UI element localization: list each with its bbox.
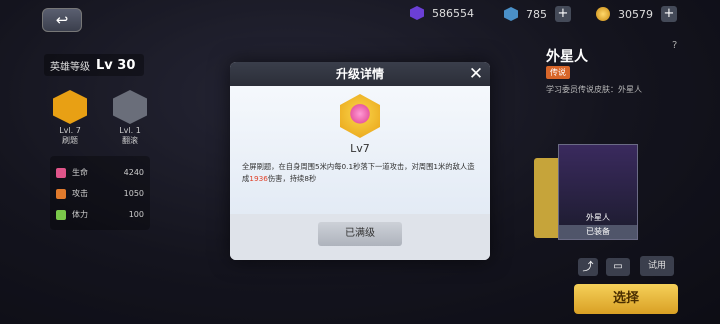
stat-row-stamina: 体力 100	[56, 204, 144, 225]
share-button[interactable]: ⤴	[578, 258, 598, 276]
blue-gem-icon	[504, 7, 518, 21]
back-button[interactable]: ↩	[42, 8, 82, 32]
add-coin-button[interactable]: +	[661, 6, 677, 22]
upgrade-details-dialog: 升级详情 ✕ Lv7 全屏刷题，在自身周围5米内每0.1秒落下一道攻击，对周围1…	[230, 62, 490, 260]
coin-value: 30579	[618, 7, 653, 21]
skill-slot-2[interactable]: Lvl. 1 翻滚	[112, 90, 148, 146]
back-arrow-icon: ↩	[55, 11, 69, 29]
character-name: 外星人	[546, 49, 588, 65]
coin-counter: 30579 +	[596, 6, 677, 22]
maxed-button: 已满级	[318, 222, 402, 246]
stat-hp-value: 4240	[123, 168, 144, 177]
stat-stamina-label: 体力	[72, 210, 88, 219]
purple-gem-counter: 586554	[410, 6, 474, 20]
help-icon[interactable]: ?	[672, 40, 677, 51]
close-icon[interactable]: ✕	[466, 64, 486, 84]
hero-level-value: Lv 30	[96, 57, 136, 73]
select-button[interactable]: 选择	[574, 284, 678, 314]
skill-1-icon	[53, 90, 87, 124]
rarity-badge: 传说	[546, 66, 570, 79]
stat-hp-label: 生命	[72, 168, 88, 177]
blue-gem-counter: 785 +	[504, 6, 571, 22]
dialog-title: 升级详情	[230, 62, 490, 86]
lightning-icon	[56, 209, 66, 220]
blue-gem-value: 785	[526, 7, 547, 21]
purple-gem-value: 586554	[432, 6, 474, 20]
hero-level-badge: 英雄等级 Lv 30	[44, 54, 144, 76]
share-icon: ⤴	[582, 260, 594, 273]
stat-attack-label: 攻击	[72, 189, 88, 198]
hero-level-label: 英雄等级	[50, 61, 90, 73]
dialog-footer: 已满级	[230, 214, 490, 260]
fullscreen-button[interactable]: ▭	[606, 258, 630, 276]
purple-gem-icon	[410, 6, 424, 20]
skill-large-icon	[340, 94, 380, 138]
stat-attack-value: 1050	[123, 189, 144, 198]
try-button[interactable]: 试用	[640, 256, 674, 276]
skill-1-name: 刷题	[62, 136, 78, 145]
skill-slot-1[interactable]: Lvl. 7 刷题	[52, 90, 88, 146]
stat-stamina-value: 100	[128, 210, 144, 219]
stat-row-attack: 攻击 1050	[56, 183, 144, 204]
skill-2-level: Lvl. 1	[119, 126, 141, 135]
coin-icon	[596, 7, 610, 21]
screen-icon: ▭	[613, 261, 623, 272]
skin-description: 学习委员传说皮肤：外星人	[546, 85, 642, 94]
desc-damage-value: 1936	[249, 174, 268, 183]
heart-icon	[56, 167, 66, 178]
skin-card-name: 外星人	[586, 213, 610, 222]
equipped-status: 已装备	[559, 225, 637, 239]
stat-row-hp: 生命 4240	[56, 162, 144, 183]
skill-1-level: Lvl. 7	[59, 126, 81, 135]
skill-level-text: Lv7	[350, 142, 370, 155]
dialog-body: Lv7 全屏刷题，在自身周围5米内每0.1秒落下一道攻击，对周围1米的敌人造成1…	[230, 86, 490, 214]
hero-stats-panel: 生命 4240 攻击 1050 体力 100	[50, 156, 150, 230]
add-blue-gem-button[interactable]: +	[555, 6, 571, 22]
skill-2-icon	[113, 90, 147, 124]
skin-card-equipped[interactable]: 外星人 已装备	[558, 144, 638, 240]
skill-description: 全屏刷题，在自身周围5米内每0.1秒落下一道攻击，对周围1米的敌人造成1936伤…	[230, 155, 490, 185]
skill-2-name: 翻滚	[122, 136, 138, 145]
desc-part-2: 伤害，持续8秒	[267, 174, 317, 183]
attack-icon	[56, 188, 66, 199]
